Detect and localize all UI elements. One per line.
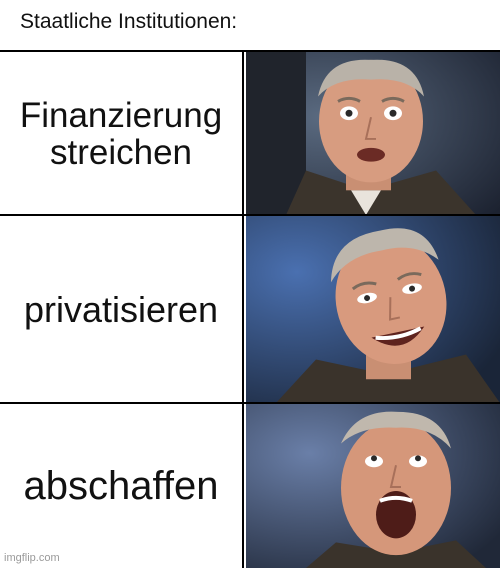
- reaction-image-3: [246, 404, 500, 568]
- meme-title: Staatliche Institutionen:: [20, 10, 238, 33]
- excited-face-icon-3: [246, 404, 500, 568]
- excited-face-icon-1: [246, 52, 500, 215]
- meme-grid: Finanzierung streichen privatisieren abs…: [0, 50, 500, 568]
- meme-row-3: abschaffen imgflip.com: [0, 402, 500, 568]
- reaction-image-1: [246, 52, 500, 215]
- row-3-label: abschaffen: [0, 404, 244, 568]
- excited-face-icon-2: [246, 216, 500, 403]
- meme-row-1: Finanzierung streichen: [0, 50, 500, 215]
- reaction-image-2: [246, 216, 500, 403]
- imgflip-watermark: imgflip.com: [4, 552, 60, 564]
- row-1-label: Finanzierung streichen: [0, 52, 244, 215]
- meme-row-2: privatisieren: [0, 214, 500, 403]
- row-2-label: privatisieren: [0, 216, 244, 403]
